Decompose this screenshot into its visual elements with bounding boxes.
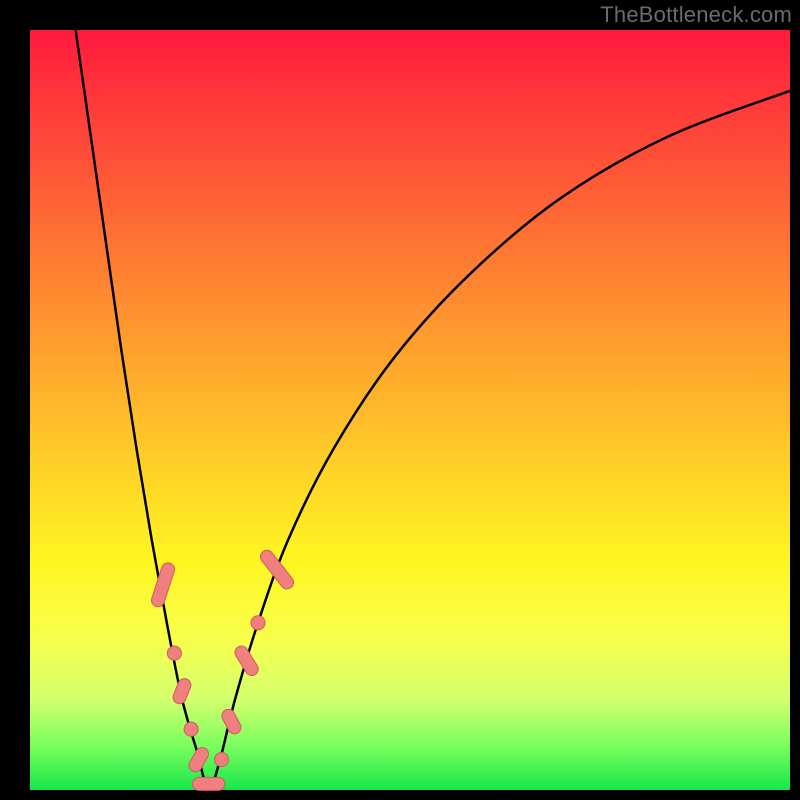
marker-dot — [167, 646, 181, 660]
marker-dot — [184, 722, 198, 736]
marker-capsule — [220, 707, 244, 736]
marker-dot — [214, 753, 228, 767]
marker-capsule — [150, 561, 176, 608]
watermark-text: TheBottleneck.com — [600, 2, 792, 28]
marker-capsule — [171, 677, 193, 706]
chart-frame: TheBottleneck.com — [0, 0, 800, 800]
marker-dot — [251, 616, 265, 630]
marker-capsule — [232, 644, 260, 678]
bottleneck-curve — [76, 30, 790, 790]
curve-markers — [150, 548, 296, 791]
marker-capsule — [192, 777, 225, 790]
marker-capsule — [258, 548, 296, 592]
plot-area — [30, 30, 790, 790]
curve-layer — [30, 30, 790, 790]
marker-capsule — [187, 745, 211, 774]
